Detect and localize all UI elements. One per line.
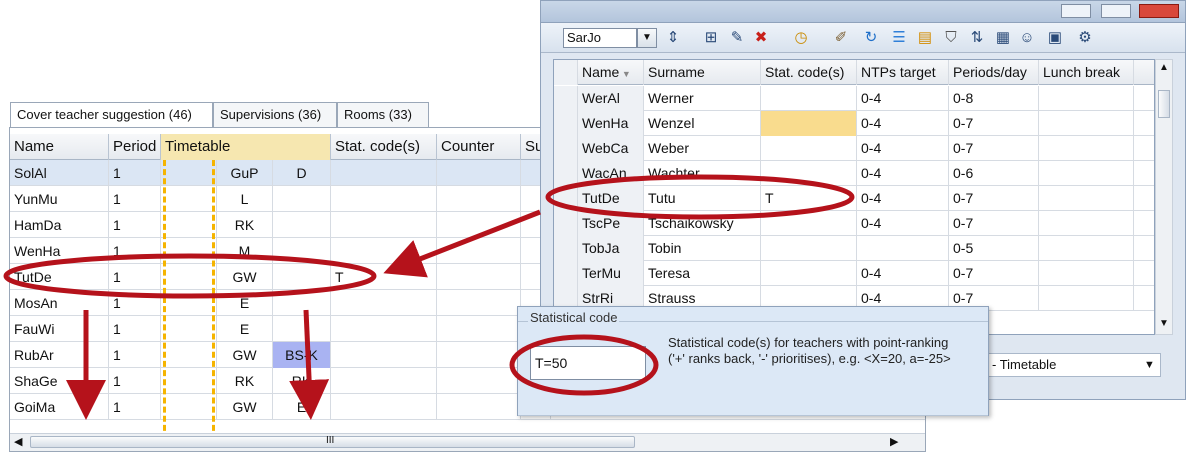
highlight-ellipse-right-row xyxy=(545,174,855,220)
annotation-overlay xyxy=(3,174,855,420)
highlight-ellipse-left-row xyxy=(3,253,377,299)
arrow-down-right xyxy=(289,309,330,420)
arrow-right-to-left xyxy=(383,209,541,278)
highlight-ellipse-stat-input xyxy=(509,334,659,396)
